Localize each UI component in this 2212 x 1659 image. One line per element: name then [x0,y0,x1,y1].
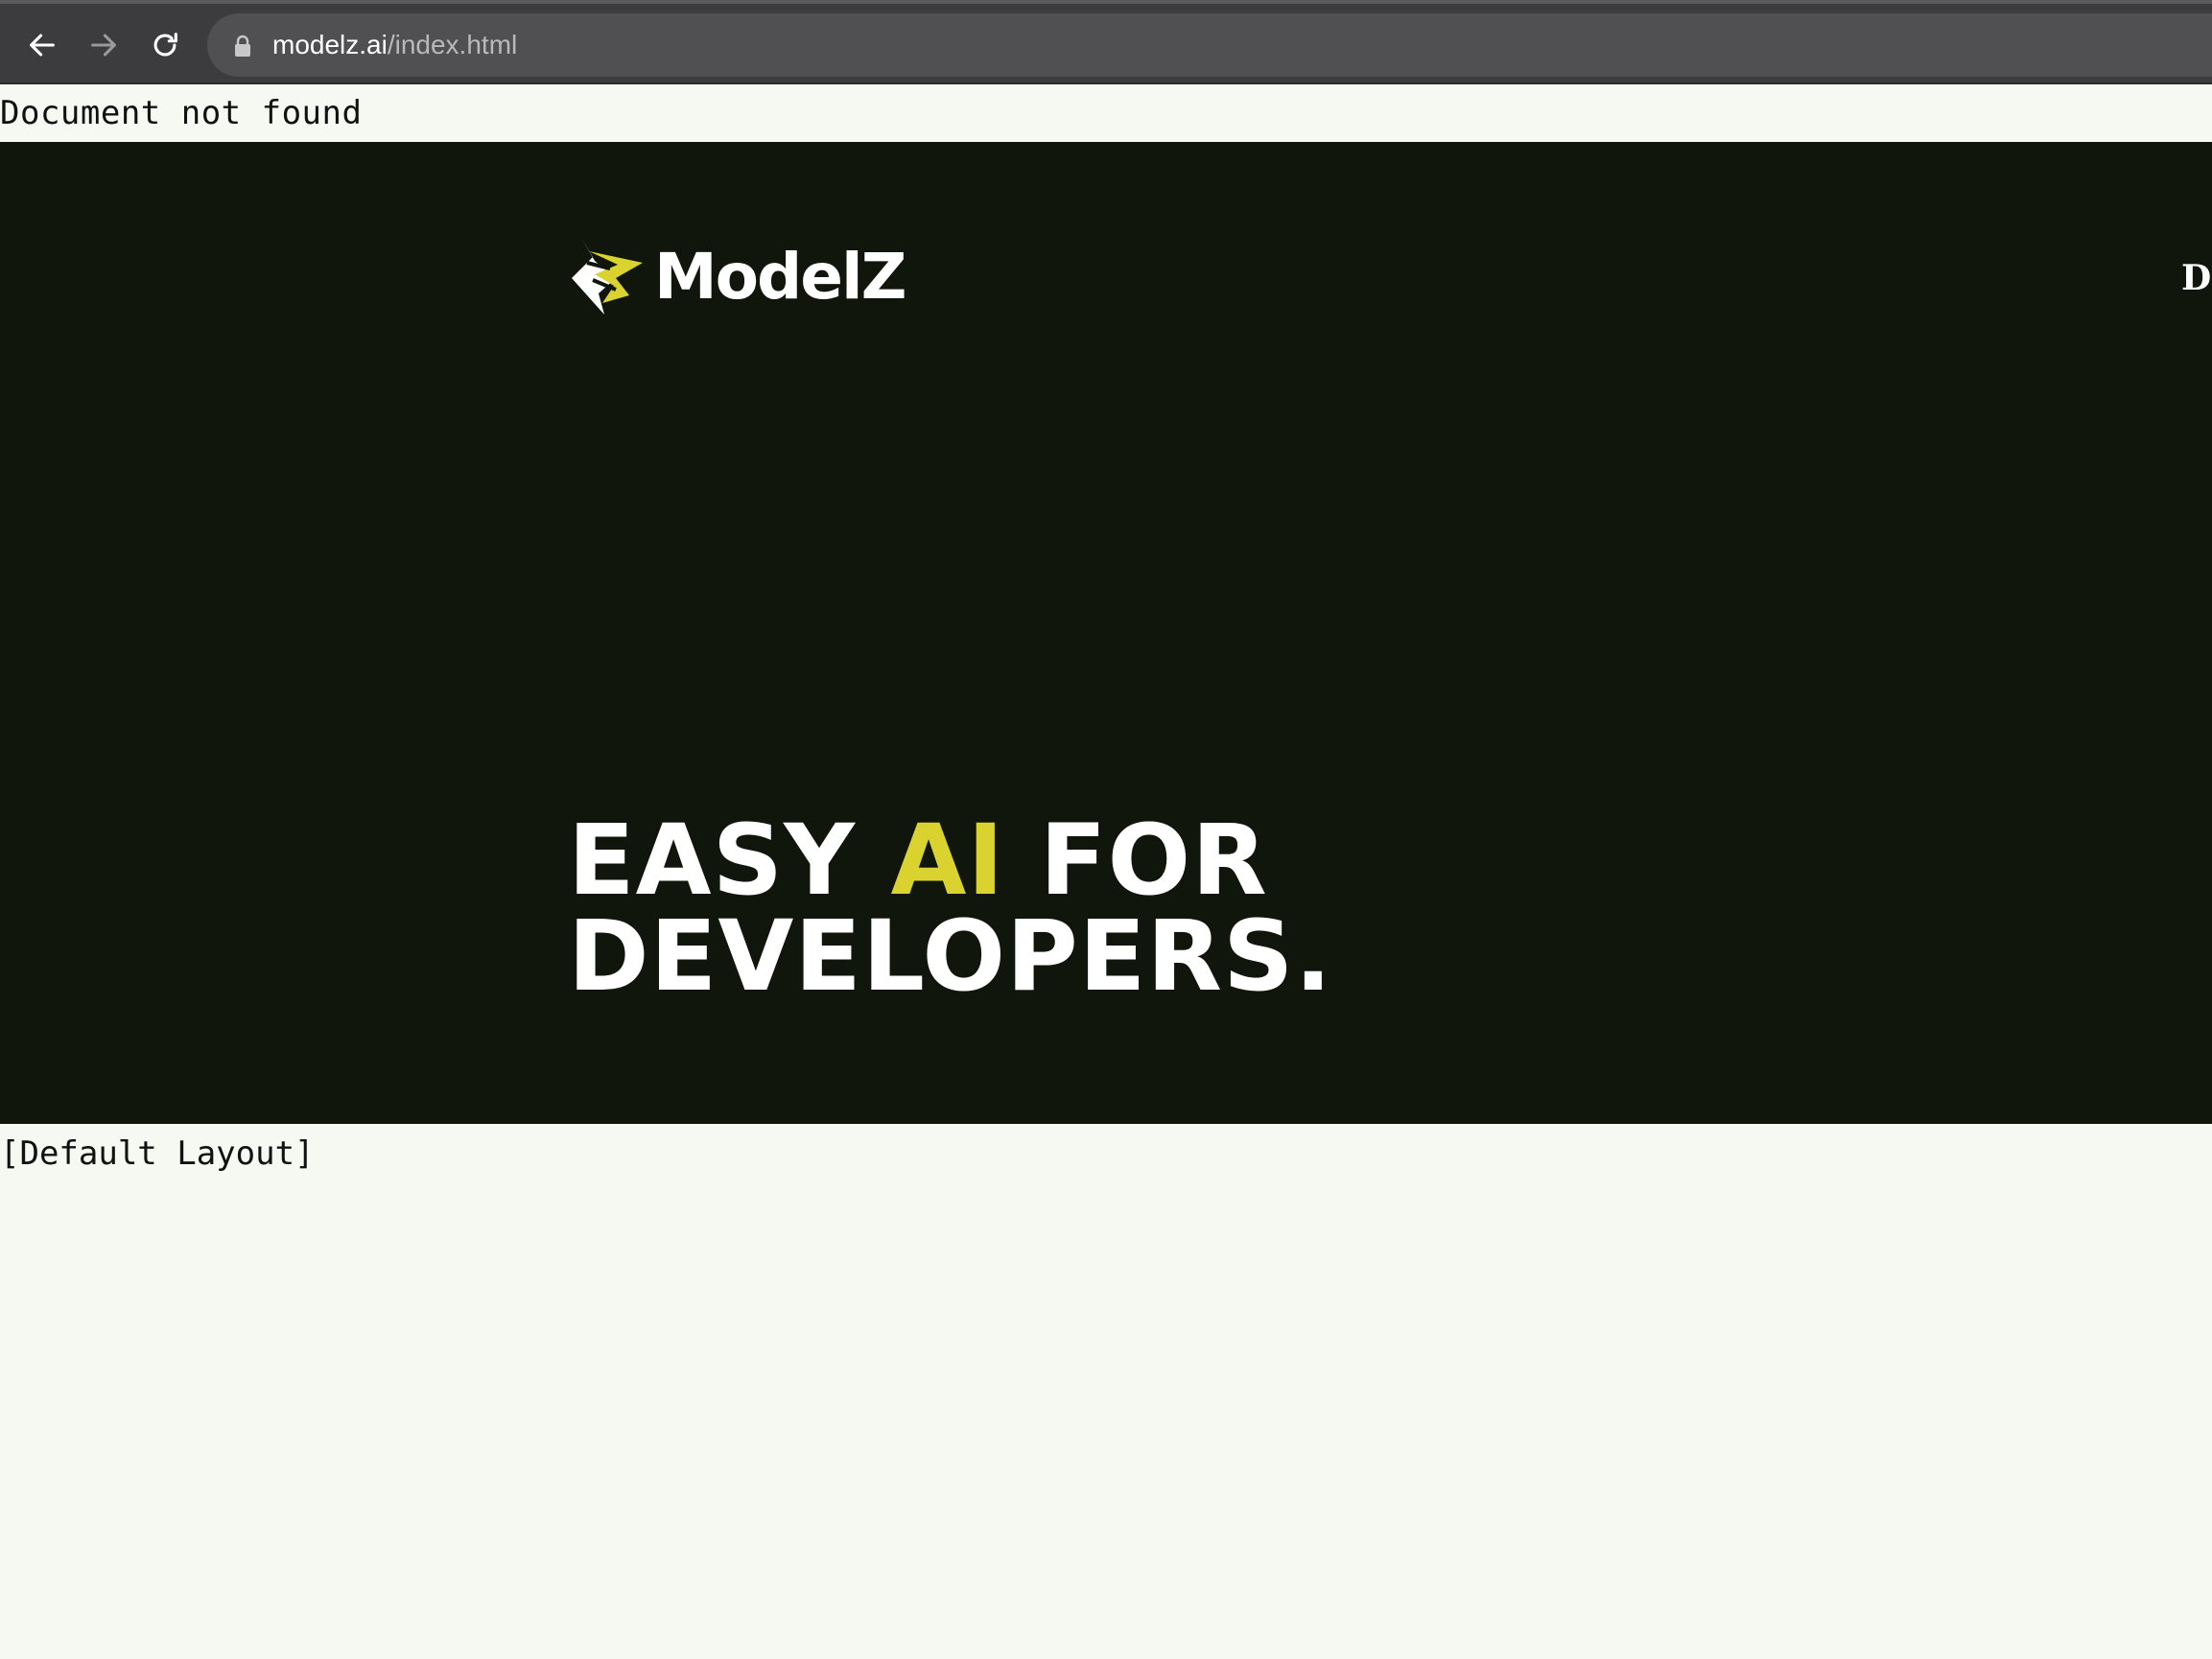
url-text[interactable]: modelz.ai/index.html [272,28,517,62]
arrow-right-icon [91,34,116,57]
reload-button[interactable] [143,23,187,67]
forward-button[interactable] [82,23,126,67]
modelz-logo-mark-icon [572,238,643,315]
browser-toolbar: modelz.ai/index.html [0,0,2212,84]
document-not-found-text: Document not found [0,94,363,132]
headline-line-2: DEVELOPERS. [568,900,1333,1014]
nav-link-cutoff[interactable]: Do [2181,255,2212,301]
url-path: /index.html [387,30,518,59]
back-button[interactable] [20,23,64,67]
reload-icon [153,33,177,57]
address-bar[interactable]: modelz.ai/index.html [207,13,2212,77]
headline-line-1: EASY AI FOR [568,812,1332,910]
logo-text: ModelZ [654,240,907,314]
modelz-logo[interactable]: ModelZ [568,236,907,318]
arrow-left-icon [30,34,55,57]
hero-headline: EASY AI FOR DEVELOPERS. [568,812,1333,1014]
lock-icon [235,35,250,57]
default-layout-text: [Default Layout] [0,1134,315,1173]
hero-section: ModelZ Do EASY AI FOR DEVELOPERS. [0,142,2212,1124]
url-host: modelz.ai [272,30,388,59]
